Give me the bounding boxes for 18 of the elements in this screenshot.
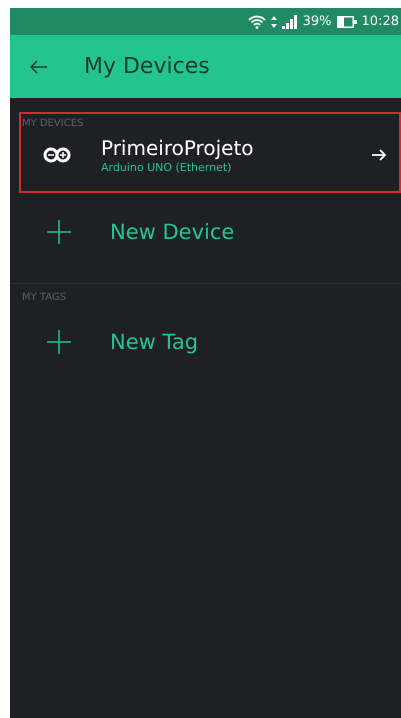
screen-title: My Devices	[84, 54, 210, 79]
battery-icon	[336, 16, 357, 28]
add-button[interactable]: New Device	[10, 193, 234, 267]
device-name: PrimeiroProjeto	[101, 136, 255, 160]
signal-icon	[282, 14, 298, 28]
add-button[interactable]: New Tag	[10, 303, 198, 377]
clock: 10:28	[362, 14, 399, 29]
battery-percent: 39%	[302, 14, 332, 29]
plus-icon	[46, 219, 72, 245]
arrow-right-icon	[371, 148, 387, 162]
device-row[interactable]: PrimeiroProjeto Arduino UNO (Ethernet)	[21, 129, 399, 191]
infinity-icon	[43, 147, 71, 163]
wifi-icon	[248, 14, 266, 28]
section-heading: MY TAGS	[21, 291, 68, 303]
data-arrows-icon	[270, 16, 277, 28]
section-heading: MY DEVICES	[21, 117, 84, 129]
device-board: Arduino UNO (Ethernet)	[101, 161, 232, 174]
plus-icon	[46, 329, 72, 355]
